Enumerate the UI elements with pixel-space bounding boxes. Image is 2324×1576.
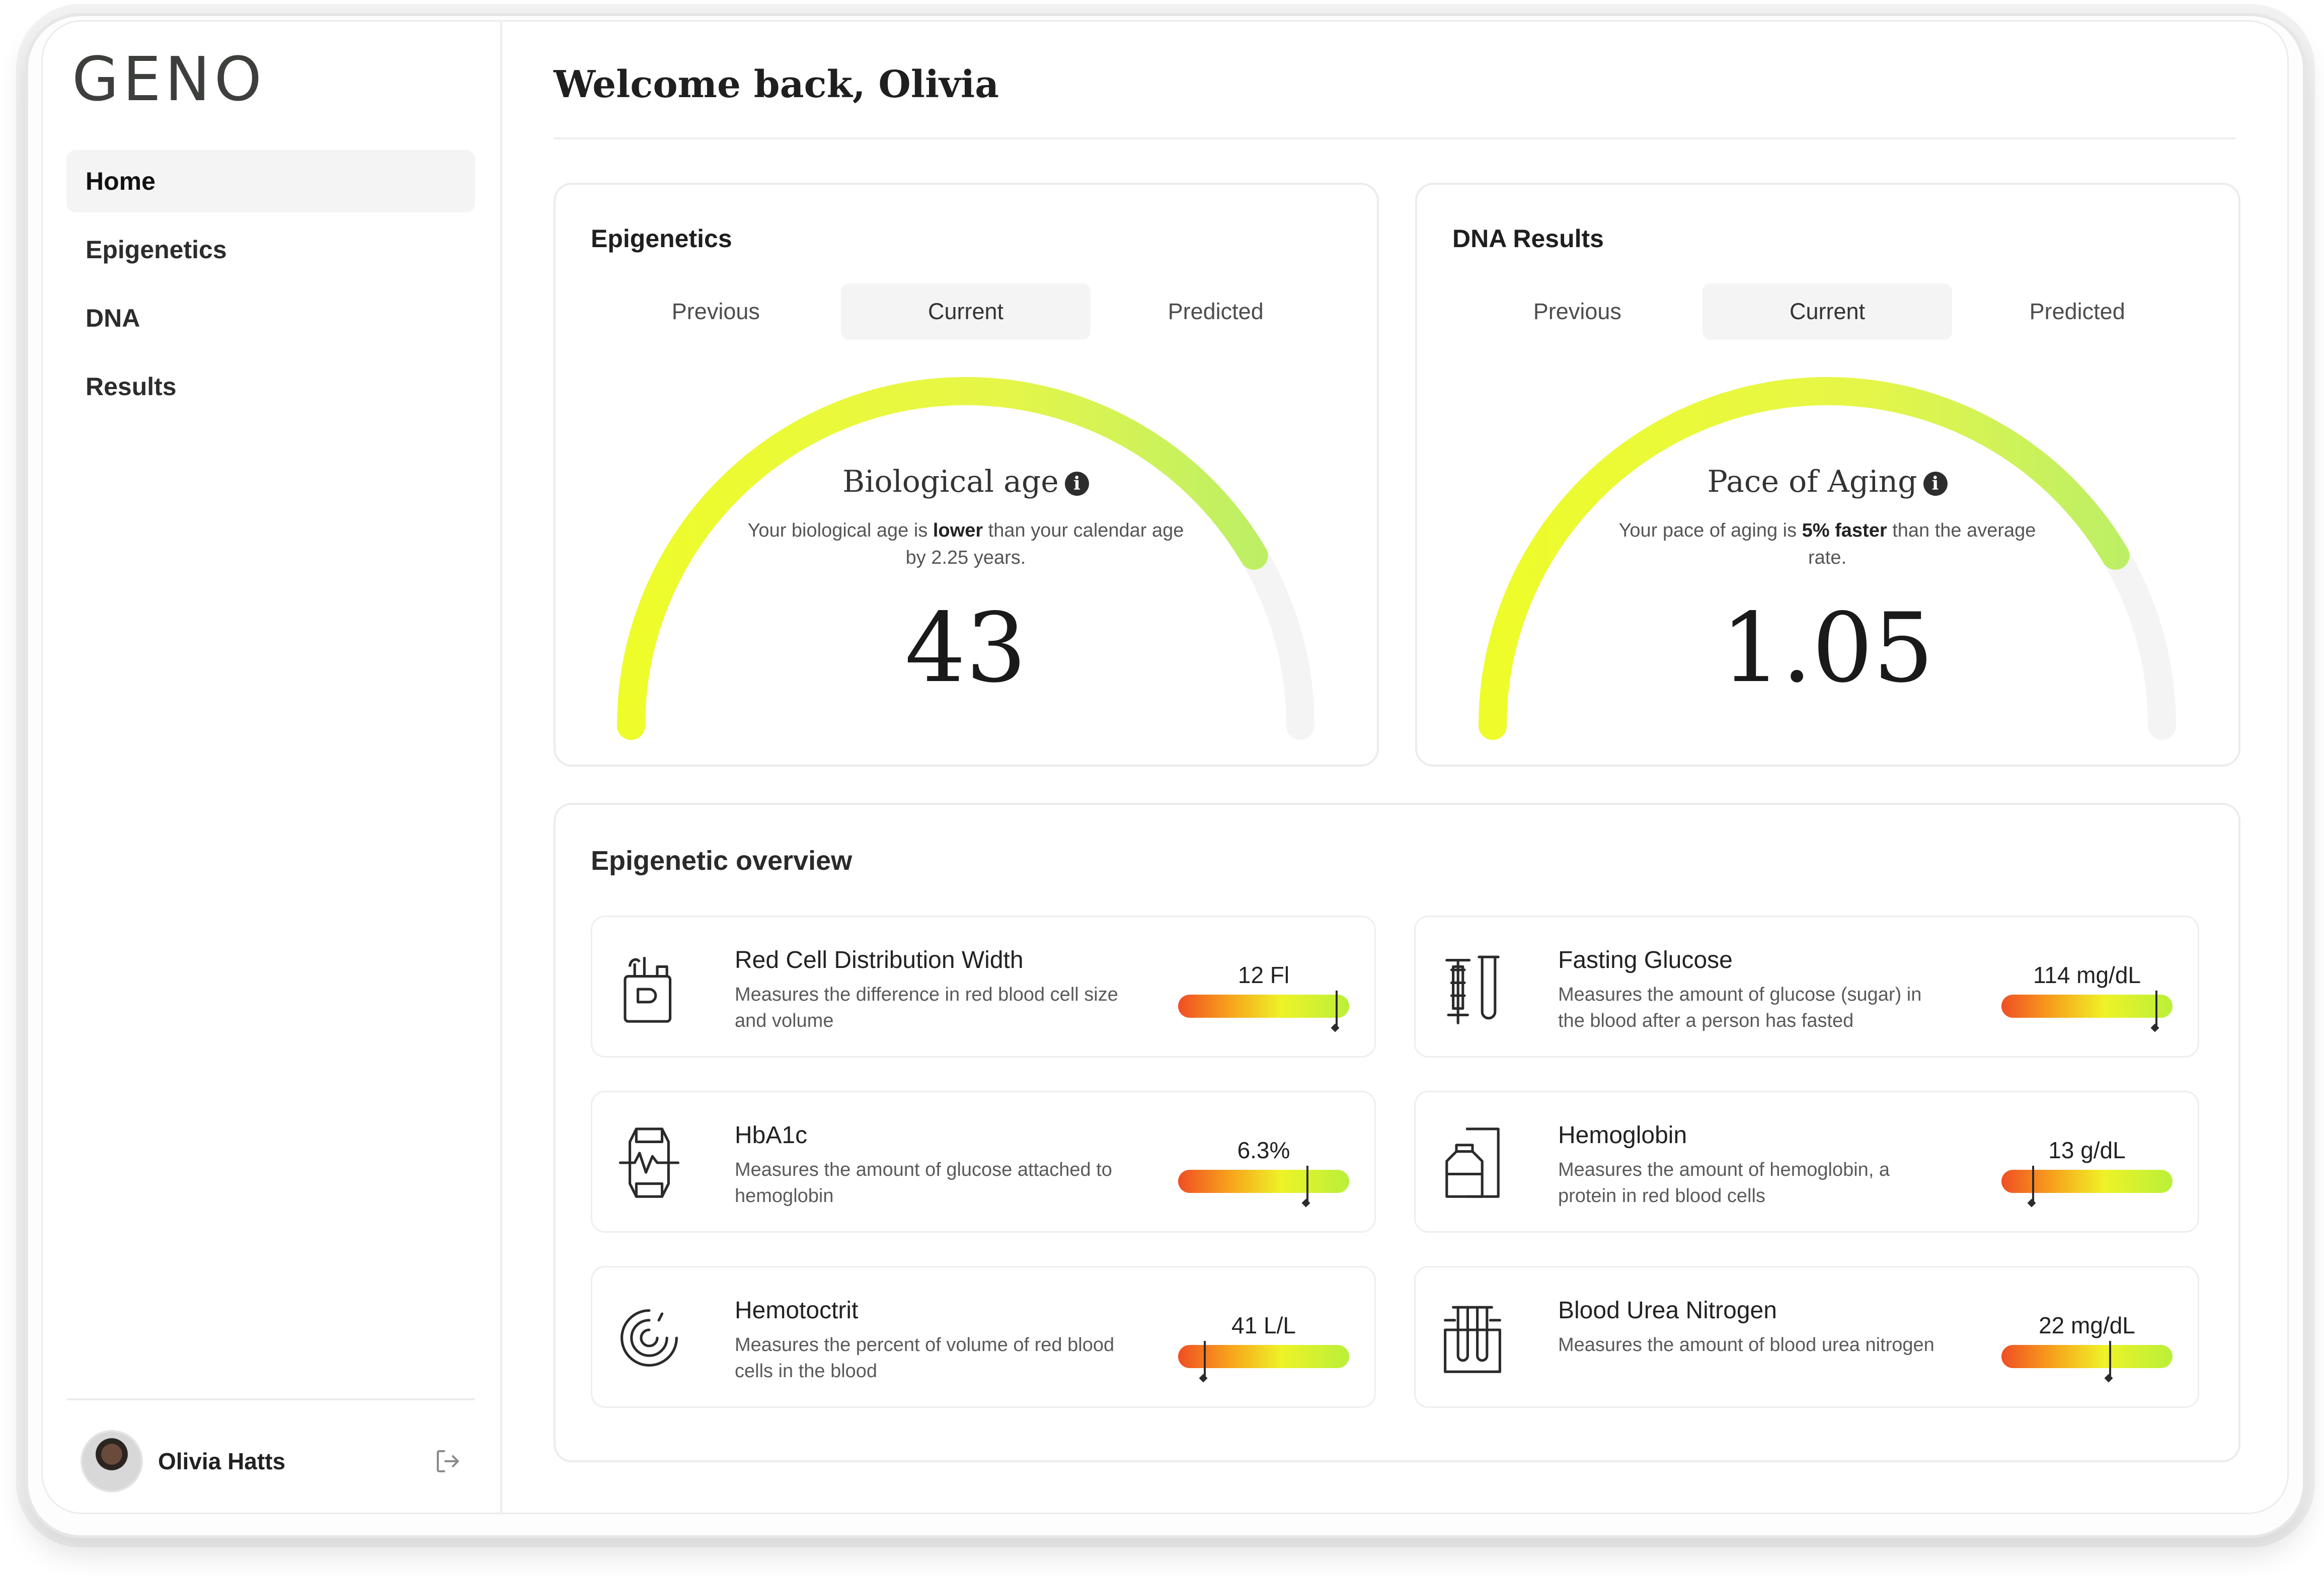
- range-marker: [1204, 1341, 1206, 1378]
- page-title: Welcome back, Olivia: [554, 63, 999, 106]
- tab-current[interactable]: Current: [840, 283, 1091, 340]
- gauge-title: Pace of Aging i: [1417, 464, 2237, 499]
- gauge-title-text: Pace of Aging: [1707, 464, 1917, 499]
- metric-range-bar: [1178, 1166, 1349, 1203]
- divider: [554, 137, 2235, 139]
- sidebar-item-epigenetics[interactable]: Epigenetics: [66, 218, 475, 281]
- sidebar: GENO Home Epigenetics DNA Results Olivia…: [43, 22, 502, 1513]
- gauge-description: Your pace of aging is 5% faster than the…: [1608, 517, 2046, 571]
- gauge-value: 1.05: [1721, 592, 1934, 704]
- epigenetic-overview-card: Epigenetic overview Red Cell Distributio…: [554, 803, 2240, 1462]
- tab-predicted[interactable]: Predicted: [1091, 283, 1341, 340]
- sidebar-item-label: DNA: [86, 304, 140, 332]
- metric-name: Red Cell Distribution Width: [735, 947, 1024, 973]
- metric-range-bar: [2001, 1166, 2173, 1203]
- info-icon[interactable]: i: [1923, 472, 1948, 496]
- metric-description: Measures the amount of glucose (sugar) i…: [1558, 984, 1922, 1031]
- medicine-bottle-icon: [1445, 1128, 1500, 1198]
- metric-range-bar: [1178, 1341, 1349, 1378]
- metric-card-blood-urea-nitrogen[interactable]: Blood Urea Nitrogen Measures the amount …: [1414, 1266, 2199, 1408]
- range-marker: [2032, 1166, 2035, 1203]
- avatar[interactable]: [81, 1430, 143, 1492]
- metric-card-fasting-glucose[interactable]: Fasting Glucose Measures the amount of g…: [1414, 916, 2199, 1058]
- metric-value: 22 mg/dL: [2039, 1312, 2135, 1338]
- metric-description: Measures the amount of glucose attached …: [735, 1159, 1112, 1207]
- desc-highlight: lower: [933, 520, 983, 541]
- desc-text: Your biological age is: [747, 520, 933, 541]
- sidebar-item-label: Results: [86, 372, 177, 401]
- sidebar-item-label: Epigenetics: [86, 236, 227, 264]
- range-marker: [1335, 991, 1338, 1028]
- metric-name: Fasting Glucose: [1558, 947, 1733, 973]
- tab-bar: Previous Current Predicted: [591, 283, 1341, 340]
- syringe-tube-icon: [1445, 955, 1500, 1024]
- metric-name: HbA1c: [735, 1122, 808, 1149]
- metric-card-hba1c[interactable]: HbA1c Measures the amount of glucose att…: [591, 1091, 1376, 1233]
- glucose-meter-icon: [618, 1128, 680, 1198]
- metric-range-bar: [2001, 991, 2173, 1028]
- metric-value: 12 Fl: [1237, 962, 1290, 988]
- metric-value: 114 mg/dL: [2033, 962, 2141, 988]
- tab-current[interactable]: Current: [1702, 283, 1953, 340]
- tab-previous[interactable]: Previous: [591, 283, 841, 340]
- sidebar-item-home[interactable]: Home: [66, 150, 475, 212]
- desc-highlight: 5% faster: [1802, 520, 1887, 541]
- gauge-title: Biological age i: [556, 464, 1376, 499]
- range-marker: [1306, 1166, 1308, 1203]
- metric-description: Measures the amount of hemoglobin, a pro…: [1558, 1159, 1890, 1207]
- test-tubes-icon: [1444, 1306, 1501, 1373]
- gauge-value: 43: [905, 592, 1027, 704]
- metric-card-red-cell-distribution-width[interactable]: Red Cell Distribution Width Measures the…: [591, 916, 1376, 1058]
- dna-results-card: DNA Results Previous Current Predicted P…: [1415, 183, 2240, 767]
- desc-text: Your pace of aging is: [1618, 520, 1802, 541]
- metric-name: Blood Urea Nitrogen: [1558, 1297, 1777, 1324]
- card-title: Epigenetics: [591, 224, 732, 253]
- logout-icon[interactable]: [433, 1446, 463, 1476]
- metric-value: 13 g/dL: [2048, 1137, 2126, 1163]
- metric-value: 41 L/L: [1231, 1312, 1296, 1338]
- range-marker: [2109, 1341, 2112, 1378]
- range-marker: [2155, 991, 2157, 1028]
- tab-predicted[interactable]: Predicted: [1952, 283, 2202, 340]
- sidebar-nav: Home Epigenetics DNA Results: [66, 150, 475, 424]
- metric-card-hemoglobin[interactable]: Hemoglobin Measures the amount of hemogl…: [1414, 1091, 2199, 1233]
- metric-range-bar: [2001, 1341, 2173, 1378]
- app-window: GENO Home Epigenetics DNA Results Olivia…: [41, 20, 2289, 1514]
- metric-description: Measures the percent of volume of red bl…: [735, 1334, 1115, 1382]
- metric-value: 6.3%: [1237, 1137, 1290, 1163]
- metric-name: Hemotoctrit: [735, 1297, 859, 1324]
- card-title: DNA Results: [1452, 224, 1604, 253]
- sidebar-item-results[interactable]: Results: [66, 355, 475, 418]
- tab-bar: Previous Current Predicted: [1452, 283, 2202, 340]
- gauge-title-text: Biological age: [842, 464, 1059, 499]
- spiral-icon: [621, 1309, 678, 1367]
- sidebar-item-dna[interactable]: DNA: [66, 287, 475, 349]
- gauge-description: Your biological age is lower than your c…: [747, 517, 1185, 571]
- divider: [66, 1398, 475, 1400]
- info-icon[interactable]: i: [1064, 472, 1089, 496]
- metric-name: Hemoglobin: [1558, 1122, 1687, 1149]
- sidebar-item-label: Home: [86, 167, 156, 195]
- user-profile[interactable]: Olivia Hatts: [81, 1429, 478, 1494]
- blood-bag-icon: [624, 957, 672, 1023]
- metric-range-bar: [1178, 991, 1349, 1028]
- user-name: Olivia Hatts: [158, 1448, 286, 1474]
- logo: GENO: [72, 45, 266, 115]
- tab-previous[interactable]: Previous: [1452, 283, 1702, 340]
- metric-card-hemotoctrit[interactable]: Hemotoctrit Measures the percent of volu…: [591, 1266, 1376, 1408]
- section-title: Epigenetic overview: [591, 846, 853, 876]
- epigenetics-card: Epigenetics Previous Current Predicted B…: [554, 183, 1379, 767]
- metric-description: Measures the difference in red blood cel…: [735, 984, 1118, 1031]
- metric-description: Measures the amount of blood urea nitrog…: [1558, 1334, 1934, 1356]
